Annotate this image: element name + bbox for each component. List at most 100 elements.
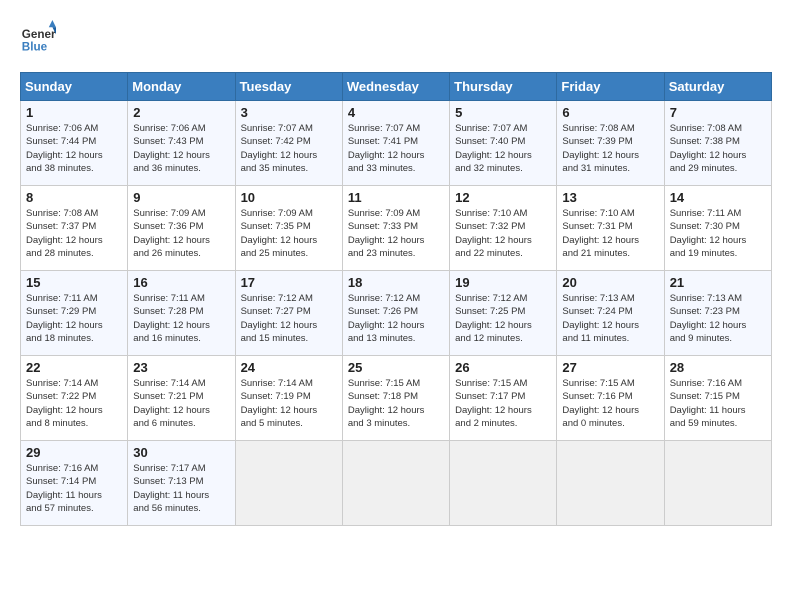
day-cell: 25 Sunrise: 7:15 AM Sunset: 7:18 PM Dayli… xyxy=(342,356,449,441)
day-info: Sunrise: 7:10 AM Sunset: 7:32 PM Dayligh… xyxy=(455,207,551,260)
day-info: Sunrise: 7:15 AM Sunset: 7:18 PM Dayligh… xyxy=(348,377,444,430)
day-info: Sunrise: 7:14 AM Sunset: 7:19 PM Dayligh… xyxy=(241,377,337,430)
logo: General Blue xyxy=(20,20,60,56)
day-number: 14 xyxy=(670,190,766,205)
day-cell: 10 Sunrise: 7:09 AM Sunset: 7:35 PM Dayli… xyxy=(235,186,342,271)
day-number: 24 xyxy=(241,360,337,375)
day-cell: 18 Sunrise: 7:12 AM Sunset: 7:26 PM Dayli… xyxy=(342,271,449,356)
day-cell: 20 Sunrise: 7:13 AM Sunset: 7:24 PM Dayli… xyxy=(557,271,664,356)
week-row-3: 15 Sunrise: 7:11 AM Sunset: 7:29 PM Dayli… xyxy=(21,271,772,356)
day-cell: 12 Sunrise: 7:10 AM Sunset: 7:32 PM Dayli… xyxy=(450,186,557,271)
week-row-5: 29 Sunrise: 7:16 AM Sunset: 7:14 PM Dayli… xyxy=(21,441,772,526)
day-cell: 30 Sunrise: 7:17 AM Sunset: 7:13 PM Dayli… xyxy=(128,441,235,526)
svg-text:Blue: Blue xyxy=(22,41,48,54)
day-info: Sunrise: 7:10 AM Sunset: 7:31 PM Dayligh… xyxy=(562,207,658,260)
day-number: 5 xyxy=(455,105,551,120)
day-number: 22 xyxy=(26,360,122,375)
day-info: Sunrise: 7:15 AM Sunset: 7:17 PM Dayligh… xyxy=(455,377,551,430)
weekday-header-saturday: Saturday xyxy=(664,73,771,101)
day-info: Sunrise: 7:16 AM Sunset: 7:14 PM Dayligh… xyxy=(26,462,122,515)
day-info: Sunrise: 7:16 AM Sunset: 7:15 PM Dayligh… xyxy=(670,377,766,430)
day-number: 23 xyxy=(133,360,229,375)
day-number: 19 xyxy=(455,275,551,290)
day-number: 3 xyxy=(241,105,337,120)
day-number: 4 xyxy=(348,105,444,120)
day-cell xyxy=(450,441,557,526)
day-info: Sunrise: 7:13 AM Sunset: 7:23 PM Dayligh… xyxy=(670,292,766,345)
day-cell: 29 Sunrise: 7:16 AM Sunset: 7:14 PM Dayli… xyxy=(21,441,128,526)
day-number: 7 xyxy=(670,105,766,120)
day-cell: 14 Sunrise: 7:11 AM Sunset: 7:30 PM Dayli… xyxy=(664,186,771,271)
week-row-4: 22Sunrise: 7:14 AM Sunset: 7:22 PM Dayli… xyxy=(21,356,772,441)
day-cell: 7 Sunrise: 7:08 AM Sunset: 7:38 PM Daylig… xyxy=(664,101,771,186)
day-number: 20 xyxy=(562,275,658,290)
day-info: Sunrise: 7:06 AM Sunset: 7:44 PM Dayligh… xyxy=(26,122,122,175)
day-cell: 28Sunrise: 7:16 AM Sunset: 7:15 PM Dayli… xyxy=(664,356,771,441)
day-cell: 13 Sunrise: 7:10 AM Sunset: 7:31 PM Dayli… xyxy=(557,186,664,271)
day-info: Sunrise: 7:09 AM Sunset: 7:33 PM Dayligh… xyxy=(348,207,444,260)
day-cell: 15 Sunrise: 7:11 AM Sunset: 7:29 PM Dayli… xyxy=(21,271,128,356)
day-info: Sunrise: 7:11 AM Sunset: 7:30 PM Dayligh… xyxy=(670,207,766,260)
day-cell: 21 Sunrise: 7:13 AM Sunset: 7:23 PM Dayli… xyxy=(664,271,771,356)
day-number: 18 xyxy=(348,275,444,290)
day-info: Sunrise: 7:12 AM Sunset: 7:27 PM Dayligh… xyxy=(241,292,337,345)
day-info: Sunrise: 7:11 AM Sunset: 7:29 PM Dayligh… xyxy=(26,292,122,345)
day-cell: 6 Sunrise: 7:08 AM Sunset: 7:39 PM Daylig… xyxy=(557,101,664,186)
day-cell xyxy=(664,441,771,526)
day-info: Sunrise: 7:08 AM Sunset: 7:37 PM Dayligh… xyxy=(26,207,122,260)
day-number: 2 xyxy=(133,105,229,120)
day-info: Sunrise: 7:07 AM Sunset: 7:42 PM Dayligh… xyxy=(241,122,337,175)
day-cell: 24 Sunrise: 7:14 AM Sunset: 7:19 PM Dayli… xyxy=(235,356,342,441)
day-number: 17 xyxy=(241,275,337,290)
day-number: 29 xyxy=(26,445,122,460)
day-cell: 9Sunrise: 7:09 AM Sunset: 7:36 PM Daylig… xyxy=(128,186,235,271)
day-cell: 11 Sunrise: 7:09 AM Sunset: 7:33 PM Dayli… xyxy=(342,186,449,271)
day-info: Sunrise: 7:08 AM Sunset: 7:38 PM Dayligh… xyxy=(670,122,766,175)
day-info: Sunrise: 7:14 AM Sunset: 7:21 PM Dayligh… xyxy=(133,377,229,430)
day-info: Sunrise: 7:12 AM Sunset: 7:26 PM Dayligh… xyxy=(348,292,444,345)
weekday-row: SundayMondayTuesdayWednesdayThursdayFrid… xyxy=(21,73,772,101)
day-cell: 3 Sunrise: 7:07 AM Sunset: 7:42 PM Daylig… xyxy=(235,101,342,186)
day-number: 6 xyxy=(562,105,658,120)
day-number: 30 xyxy=(133,445,229,460)
day-number: 26 xyxy=(455,360,551,375)
day-cell: 16 Sunrise: 7:11 AM Sunset: 7:28 PM Dayli… xyxy=(128,271,235,356)
day-info: Sunrise: 7:06 AM Sunset: 7:43 PM Dayligh… xyxy=(133,122,229,175)
day-number: 12 xyxy=(455,190,551,205)
day-info: Sunrise: 7:17 AM Sunset: 7:13 PM Dayligh… xyxy=(133,462,229,515)
day-info: Sunrise: 7:07 AM Sunset: 7:41 PM Dayligh… xyxy=(348,122,444,175)
weekday-header-monday: Monday xyxy=(128,73,235,101)
day-number: 16 xyxy=(133,275,229,290)
day-info: Sunrise: 7:07 AM Sunset: 7:40 PM Dayligh… xyxy=(455,122,551,175)
week-row-1: 1Sunrise: 7:06 AM Sunset: 7:44 PM Daylig… xyxy=(21,101,772,186)
day-cell: 26 Sunrise: 7:15 AM Sunset: 7:17 PM Dayli… xyxy=(450,356,557,441)
day-number: 25 xyxy=(348,360,444,375)
day-info: Sunrise: 7:09 AM Sunset: 7:36 PM Dayligh… xyxy=(133,207,229,260)
calendar: SundayMondayTuesdayWednesdayThursdayFrid… xyxy=(20,72,772,526)
day-info: Sunrise: 7:11 AM Sunset: 7:28 PM Dayligh… xyxy=(133,292,229,345)
day-number: 15 xyxy=(26,275,122,290)
day-number: 27 xyxy=(562,360,658,375)
day-number: 10 xyxy=(241,190,337,205)
week-row-2: 8Sunrise: 7:08 AM Sunset: 7:37 PM Daylig… xyxy=(21,186,772,271)
calendar-header: SundayMondayTuesdayWednesdayThursdayFrid… xyxy=(21,73,772,101)
day-info: Sunrise: 7:13 AM Sunset: 7:24 PM Dayligh… xyxy=(562,292,658,345)
logo-icon: General Blue xyxy=(20,20,56,56)
day-cell: 17 Sunrise: 7:12 AM Sunset: 7:27 PM Dayli… xyxy=(235,271,342,356)
day-cell: 8Sunrise: 7:08 AM Sunset: 7:37 PM Daylig… xyxy=(21,186,128,271)
day-cell: 19Sunrise: 7:12 AM Sunset: 7:25 PM Dayli… xyxy=(450,271,557,356)
day-cell xyxy=(342,441,449,526)
day-cell: 22Sunrise: 7:14 AM Sunset: 7:22 PM Dayli… xyxy=(21,356,128,441)
day-number: 21 xyxy=(670,275,766,290)
weekday-header-sunday: Sunday xyxy=(21,73,128,101)
weekday-header-thursday: Thursday xyxy=(450,73,557,101)
day-cell: 4 Sunrise: 7:07 AM Sunset: 7:41 PM Daylig… xyxy=(342,101,449,186)
day-info: Sunrise: 7:08 AM Sunset: 7:39 PM Dayligh… xyxy=(562,122,658,175)
day-info: Sunrise: 7:09 AM Sunset: 7:35 PM Dayligh… xyxy=(241,207,337,260)
svg-text:General: General xyxy=(22,28,56,41)
day-number: 13 xyxy=(562,190,658,205)
day-cell: 23 Sunrise: 7:14 AM Sunset: 7:21 PM Dayli… xyxy=(128,356,235,441)
day-cell: 5 Sunrise: 7:07 AM Sunset: 7:40 PM Daylig… xyxy=(450,101,557,186)
day-cell: 1Sunrise: 7:06 AM Sunset: 7:44 PM Daylig… xyxy=(21,101,128,186)
day-number: 11 xyxy=(348,190,444,205)
